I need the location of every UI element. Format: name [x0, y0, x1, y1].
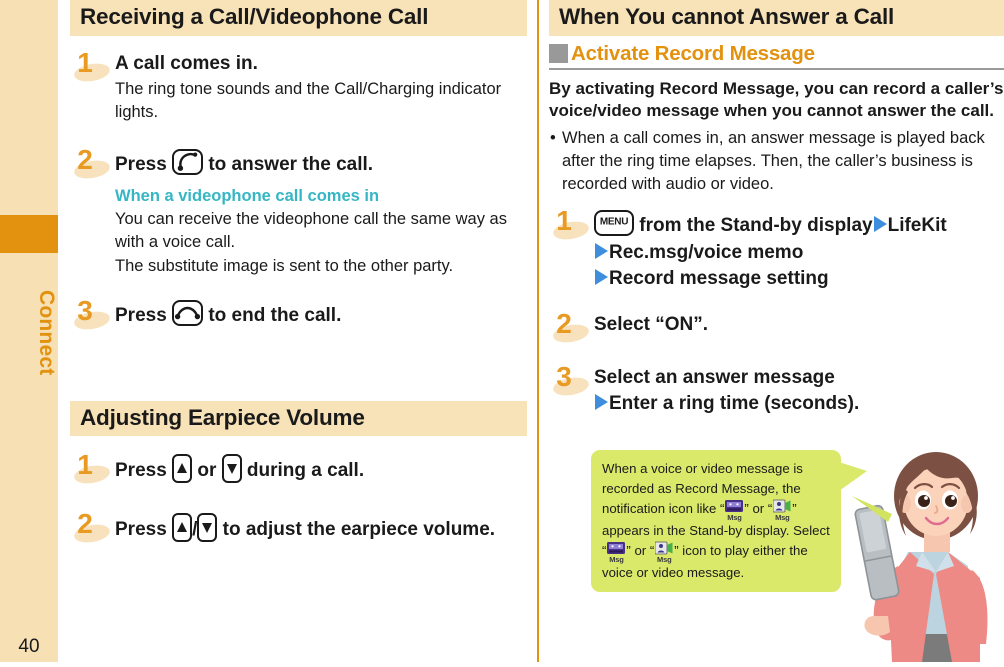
step-title-suffix: to end the call. — [208, 305, 342, 327]
videophone-note-heading: When a videophone call comes in — [115, 187, 380, 206]
step-title: Press to answer the call. — [115, 148, 527, 177]
step-body-line-2: The substitute image is sent to the othe… — [115, 256, 454, 275]
woman-with-phone-illustration — [852, 448, 1004, 662]
step-number-badge: 3 — [551, 360, 591, 402]
step-title-suffix: to answer the call. — [208, 153, 374, 175]
video-msg-icon: Msg — [772, 499, 792, 521]
voice-msg-icon: Msg — [724, 499, 744, 521]
video-msg-icon: Msg — [654, 541, 674, 563]
step-title-line-1: MENU from the Stand-by display LifeKit — [594, 210, 1004, 238]
step-title: A call comes in. — [115, 52, 258, 74]
column-divider — [537, 0, 539, 662]
step-title-tail: LifeKit — [887, 215, 947, 237]
step-2-answer-call: 2 Press to answer the call. When a video… — [70, 144, 527, 279]
step-title-text: from the Stand-by display — [639, 215, 873, 237]
menu-path-rec-msg: Rec.msg/voice memo — [609, 241, 804, 263]
step-number: 2 — [77, 143, 93, 175]
step-number-badge: 2 — [551, 308, 591, 349]
step-title-conjunction: or — [197, 460, 217, 482]
step-2-select-on: 2 Select “ON”. — [549, 308, 1004, 346]
voice-msg-icon: Msg — [606, 541, 626, 563]
list-item: When a call comes in, an answer message … — [549, 127, 1004, 196]
subsection-activate-record-message: Activate Record Message — [549, 42, 1004, 70]
step-title: Press to end the call. — [115, 300, 527, 328]
call-key-icon — [172, 148, 204, 175]
bubble-text-segment-2: ” or “ — [744, 501, 773, 517]
step-number-badge: 1 — [72, 46, 112, 88]
step-title: Press / to adjust the earpiece volume. — [115, 513, 527, 543]
right-arrow-icon — [595, 268, 608, 285]
left-column: Receiving a Call/Videophone Call 1 A cal… — [70, 0, 527, 546]
step-number-badge: 2 — [72, 509, 112, 549]
page-number: 40 — [18, 636, 40, 657]
step-number: 3 — [556, 360, 572, 392]
step-number: 3 — [77, 295, 93, 327]
subsection-title: Activate Record Message — [571, 41, 815, 65]
step-title-line-2: Rec.msg/voice memo — [594, 241, 1004, 265]
step-title: Select “ON”. — [594, 314, 709, 336]
step-1-call-comes-in: 1 A call comes in. The ring tone sounds … — [70, 47, 527, 125]
bubble-text-segment-4: ” or “ — [626, 543, 655, 559]
step-number-badge: 1 — [551, 206, 591, 246]
step-title-prefix: Press — [115, 305, 167, 327]
msg-icon-caption: Msg — [775, 512, 790, 522]
step-body-line-1: You can receive the videophone call the … — [115, 210, 507, 252]
step-number: 1 — [77, 449, 93, 481]
right-arrow-icon — [595, 242, 608, 259]
right-arrow-icon — [595, 393, 608, 410]
chapter-label: Connect — [35, 290, 58, 376]
step-title-line-1: Select an answer message — [594, 366, 835, 388]
section-heading-cannot-answer: When You cannot Answer a Call — [549, 0, 1004, 36]
volume-up-key-icon — [172, 513, 193, 543]
step-number-badge: 3 — [72, 295, 112, 336]
right-arrow-icon — [873, 216, 887, 233]
step-body: The ring tone sounds and the Call/Chargi… — [115, 79, 502, 122]
step-title-prefix: Press — [115, 460, 167, 482]
step-title-line-3: Record message setting — [594, 267, 1004, 291]
step-title-text: Enter a ring time (seconds). — [609, 392, 860, 414]
step-title-prefix: Press — [115, 153, 167, 175]
step-number-badge: 2 — [72, 143, 112, 185]
volume-up-key-icon — [172, 454, 193, 484]
section-heading-earpiece-volume: Adjusting Earpiece Volume — [70, 400, 527, 437]
step-1-menu-navigation: 1 MENU from the Stand-by display LifeKit … — [549, 206, 1004, 291]
menu-key-icon: MENU — [594, 210, 634, 237]
msg-icon-caption: Msg — [657, 554, 672, 564]
msg-icon-caption: Msg — [609, 554, 624, 564]
step-number: 2 — [556, 308, 572, 340]
end-call-key-icon — [172, 300, 204, 327]
menu-path-record-setting: Record message setting — [609, 267, 829, 289]
intro-bullet-list: When a call comes in, an answer message … — [549, 127, 1004, 196]
step-1-press-volume-keys: 1 Press or during a call. — [70, 449, 527, 487]
right-column: When You cannot Answer a Call Activate R… — [549, 0, 1004, 416]
step-title-suffix: to adjust the earpiece volume. — [222, 519, 496, 541]
step-title-line-2: Enter a ring time (seconds). — [594, 392, 1004, 416]
step-number: 1 — [556, 205, 572, 237]
step-title-prefix: Press — [115, 519, 167, 541]
chapter-side-strip: Connect 40 — [0, 0, 58, 662]
step-number: 1 — [77, 46, 93, 78]
step-number: 2 — [77, 508, 93, 540]
step-number-badge: 1 — [72, 449, 112, 490]
step-title: Press or during a call. — [115, 454, 527, 484]
intro-paragraph: By activating Record Message, you can re… — [549, 78, 1004, 121]
step-2-adjust-volume: 2 Press / to adjust the earpiece volume. — [70, 509, 527, 546]
tip-speech-bubble: When a voice or video message is recorde… — [591, 450, 867, 593]
volume-down-key-icon — [197, 513, 218, 543]
section-heading-receiving-call: Receiving a Call/Videophone Call — [70, 0, 527, 36]
square-bullet-icon — [549, 44, 568, 64]
msg-icon-caption: Msg — [727, 512, 742, 522]
chapter-tab-marker — [0, 215, 58, 253]
step-3-select-answer-message: 3 Select an answer message Enter a ring … — [549, 361, 1004, 417]
step-title-suffix: during a call. — [246, 460, 365, 482]
step-3-end-call: 3 Press to end the call. — [70, 295, 527, 333]
volume-down-key-icon — [221, 454, 242, 484]
menu-key-label: MENU — [599, 216, 629, 228]
